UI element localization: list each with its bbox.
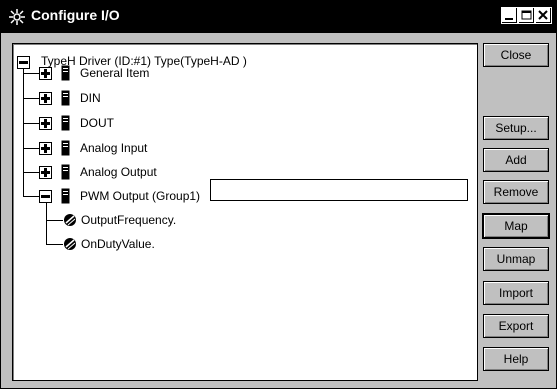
setup-button[interactable]: Setup... — [483, 116, 549, 140]
tree-child-on-duty-value[interactable]: OnDutyValue. — [81, 237, 155, 251]
export-button[interactable]: Export — [483, 314, 549, 338]
tag-icon — [64, 238, 76, 250]
document-icon — [61, 65, 70, 81]
configure-io-window: Configure I/O TypeH Driver (ID:#1) Type(… — [0, 0, 557, 389]
unmap-button[interactable]: Unmap — [483, 247, 549, 271]
expand-din-button[interactable] — [39, 92, 52, 105]
expand-analog-output-button[interactable] — [39, 166, 52, 179]
add-button[interactable]: Add — [483, 148, 549, 172]
close-icon — [538, 10, 548, 20]
maximize-button[interactable] — [518, 7, 535, 24]
tree-item-analog-input[interactable]: Analog Input — [80, 141, 147, 155]
document-icon — [61, 90, 70, 106]
title-bar[interactable]: Configure I/O — [1, 1, 556, 33]
close-window-button[interactable] — [535, 7, 552, 24]
tree-item-general-item[interactable]: General Item — [80, 66, 149, 80]
window-title: Configure I/O — [31, 7, 120, 23]
tree-item-din[interactable]: DIN — [80, 91, 101, 105]
gear-icon — [9, 9, 25, 25]
document-icon — [61, 164, 70, 180]
tree-item-pwm-output[interactable]: PWM Output (Group1) — [80, 189, 200, 203]
maximize-icon — [521, 10, 532, 20]
document-icon — [61, 115, 70, 131]
help-button[interactable]: Help — [483, 347, 549, 371]
collapse-pwm-output-button[interactable] — [39, 190, 52, 203]
tree-child-output-frequency[interactable]: OutputFrequency. — [81, 213, 176, 227]
document-icon — [61, 140, 70, 156]
remove-button[interactable]: Remove — [483, 180, 549, 204]
tag-icon — [64, 214, 76, 226]
expand-dout-button[interactable] — [39, 117, 52, 130]
map-button[interactable]: Map — [482, 213, 550, 239]
tree-item-dout[interactable]: DOUT — [80, 116, 114, 130]
collapse-root-button[interactable] — [17, 56, 30, 69]
document-icon — [61, 188, 70, 204]
dialog-body: TypeH Driver (ID:#1) Type(TypeH-AD ) Gen… — [5, 34, 554, 386]
close-button[interactable]: Close — [483, 43, 549, 67]
expand-general-item-button[interactable] — [39, 67, 52, 80]
io-tree[interactable]: TypeH Driver (ID:#1) Type(TypeH-AD ) Gen… — [12, 43, 478, 381]
minimize-icon — [505, 18, 513, 20]
minimize-button[interactable] — [501, 7, 518, 24]
address-edit-field[interactable] — [210, 179, 468, 201]
tree-item-analog-output[interactable]: Analog Output — [80, 165, 157, 179]
import-button[interactable]: Import — [483, 281, 549, 305]
expand-analog-input-button[interactable] — [39, 142, 52, 155]
